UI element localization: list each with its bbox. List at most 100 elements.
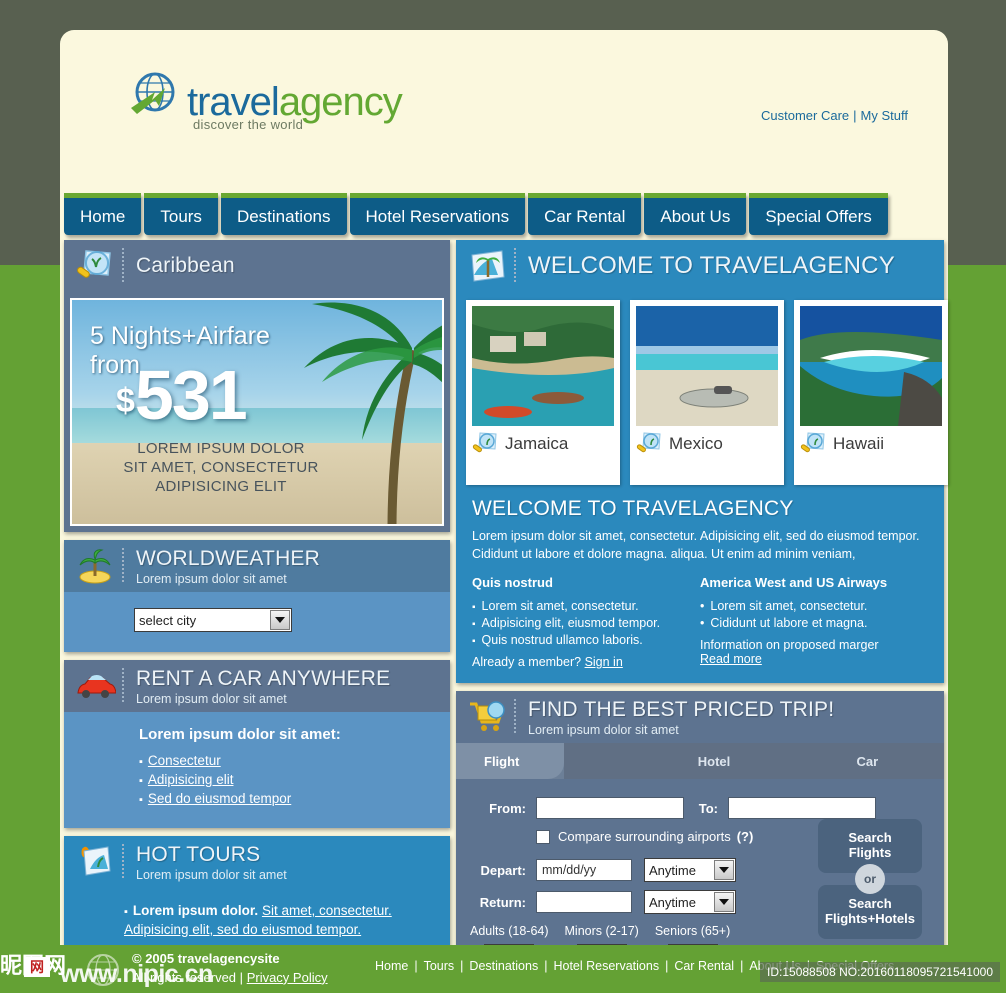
help-icon[interactable]: (?) [737, 829, 754, 844]
return-time-select[interactable]: Anytime [644, 890, 736, 915]
return-label: Return: [479, 894, 526, 910]
list-item: Lorem sit amet, consectetur. [472, 599, 700, 613]
left-column: Caribbean 5 Nights+Airfare from $ 531 LO… [64, 240, 450, 993]
red-car-icon [74, 667, 117, 705]
nav-label: Home [80, 206, 126, 226]
panel-subtitle: Lorem ipsum dolor sit amet [528, 722, 679, 737]
footer-link-separator: | [740, 959, 744, 973]
welcome-header: WELCOME TO TRAVELAGENCY [456, 240, 944, 292]
header-top-links: Customer Care | My Stuff [761, 108, 908, 123]
nav-item-car-rental[interactable]: Car Rental [528, 193, 642, 235]
footer-link-hotel-reservations[interactable]: Hotel Reservations [553, 959, 659, 973]
panel-find-best-priced-trip: FIND THE BEST PRICED TRIP! Lorem ipsum d… [456, 691, 944, 985]
info-text: Information on proposed marger [700, 638, 879, 653]
list-item: Cididunt ut labore et magna. [700, 616, 928, 630]
search-button-stack: Search Flights or Search Flights+Hotels [818, 819, 922, 939]
return-time-value: Anytime [649, 894, 696, 910]
column-list: Lorem sit amet, consectetur. Cididunt ut… [700, 599, 928, 630]
depart-time-value: Anytime [649, 862, 696, 878]
footer-link-separator: | [665, 959, 669, 973]
promo-sub-line1: LOREM IPSUM DOLOR [137, 440, 305, 457]
footer-link-tours[interactable]: Tours [424, 959, 455, 973]
site-logo[interactable]: travelagency discover the world [125, 70, 403, 131]
page-content: Caribbean 5 Nights+Airfare from $ 531 LO… [64, 240, 948, 993]
welcome-text-block: WELCOME TO TRAVELAGENCY Lorem ipsum dolo… [466, 485, 934, 669]
return-date-input[interactable] [536, 891, 632, 914]
destination-label: Hawaii [800, 431, 942, 457]
from-input[interactable] [536, 797, 684, 820]
search-combo-line1: Search [848, 896, 892, 912]
link-customer-care[interactable]: Customer Care [761, 108, 849, 123]
tab-hotel[interactable]: Hotel [637, 743, 790, 779]
link-adipisicing-elit[interactable]: Adipisicing elit [148, 772, 234, 787]
page-container: travelagency discover the world Customer… [60, 30, 948, 993]
promo-sub-line2: SIT AMET, CONSECTETUR [123, 458, 319, 476]
magnifier-map-icon [472, 431, 500, 457]
footer-link-car-rental[interactable]: Car Rental [674, 959, 734, 973]
nav-label: Tours [160, 206, 202, 226]
chevron-down-icon[interactable] [270, 610, 290, 630]
nav-label: Destinations [236, 206, 331, 226]
link-sed-do-eiusmod-tempor[interactable]: Sed do eiusmod tempor [148, 791, 291, 806]
link-sign-in[interactable]: Sign in [585, 655, 623, 669]
panel-subtitle: Lorem ipsum dolor sit amet [136, 867, 287, 882]
destination-label: Jamaica [472, 431, 614, 457]
nav-item-hotel-reservations[interactable]: Hotel Reservations [349, 193, 526, 235]
panel-title: HOT TOURS [136, 842, 261, 866]
to-input[interactable] [728, 797, 876, 820]
panel-title: Caribbean [136, 254, 235, 277]
select-city-value: select city [139, 612, 197, 628]
chevron-down-icon[interactable] [714, 892, 734, 913]
magnifier-map-icon [74, 247, 116, 285]
nav-item-destinations[interactable]: Destinations [220, 193, 347, 235]
destination-card-mexico[interactable]: Mexico [630, 300, 784, 485]
nav-item-about-us[interactable]: About Us [644, 193, 747, 235]
destination-card-jamaica[interactable]: Jamaica [466, 300, 620, 485]
panel-rent-a-car: RENT A CAR ANYWHERE Lorem ipsum dolor si… [64, 660, 450, 828]
link-my-stuff[interactable]: My Stuff [861, 108, 908, 123]
tab-car[interactable]: Car [791, 743, 944, 779]
search-trip-header: FIND THE BEST PRICED TRIP! Lorem ipsum d… [456, 691, 944, 744]
search-tabs: Flight Hotel Car [456, 743, 944, 780]
adults-label: Adults (18-64) [470, 924, 549, 939]
to-label: To: [698, 800, 718, 816]
welcome-columns: Quis nostrud Lorem sit amet, consectetur… [472, 575, 928, 669]
panel-title: FIND THE BEST PRICED TRIP! [528, 697, 835, 721]
nav-item-special-offers[interactable]: Special Offers [749, 193, 888, 235]
caribbean-header: Caribbean [64, 240, 450, 292]
right-column: WELCOME TO TRAVELAGENCY Jamaica Mexico H… [456, 240, 948, 993]
footer-link-destinations[interactable]: Destinations [469, 959, 538, 973]
destination-name: Hawaii [833, 434, 885, 453]
panel-subtitle: Lorem ipsum dolor sit amet [136, 571, 287, 586]
list-item: Sed do eiusmod tempor [139, 791, 432, 806]
magnifier-map-icon [800, 431, 828, 457]
link-read-more[interactable]: Read more [700, 652, 762, 666]
welcome-column-right: America West and US Airways Lorem sit am… [700, 575, 928, 669]
chevron-down-icon[interactable] [714, 860, 734, 881]
depart-time-select[interactable]: Anytime [644, 858, 736, 883]
tab-flight[interactable]: Flight [456, 743, 637, 779]
footer-link-home[interactable]: Home [375, 959, 408, 973]
destination-card-hawaii[interactable]: Hawaii [794, 300, 948, 485]
watermark-id: ID:15088508 NO:20160118095721541000 [760, 962, 1000, 982]
caribbean-promo-banner[interactable]: 5 Nights+Airfare from $ 531 LOREM IPSUM … [70, 298, 444, 526]
nav-label: Special Offers [765, 206, 872, 226]
watermark-site: www.nipic.cn [60, 960, 213, 988]
rent-a-car-header: RENT A CAR ANYWHERE Lorem ipsum dolor si… [64, 660, 450, 712]
panel-title: RENT A CAR ANYWHERE [136, 666, 391, 690]
list-item: Lorem sit amet, consectetur. [700, 599, 928, 613]
link-consectetur[interactable]: Consectetur [148, 753, 221, 768]
list-item: Lorem ipsum dolor. Sit amet, consectetur… [124, 902, 428, 939]
nav-item-tours[interactable]: Tours [144, 193, 218, 235]
top-link-separator: | [853, 108, 857, 123]
destination-name: Jamaica [505, 434, 569, 453]
nav-item-home[interactable]: Home [64, 193, 142, 235]
depart-date-input[interactable] [536, 859, 632, 882]
welcome-body-title: WELCOME TO TRAVELAGENCY [472, 497, 794, 520]
compare-airports-checkbox[interactable] [536, 829, 550, 844]
promo-subtext: LOREM IPSUM DOLOR SIT AMET, CONSECTETUR … [86, 440, 356, 496]
caribbean-body: 5 Nights+Airfare from $ 531 LOREM IPSUM … [64, 292, 450, 532]
select-city[interactable]: select city [134, 608, 292, 632]
link-privacy-policy[interactable]: Privacy Policy [247, 970, 328, 985]
search-combo-line2: Flights+Hotels [825, 911, 915, 927]
